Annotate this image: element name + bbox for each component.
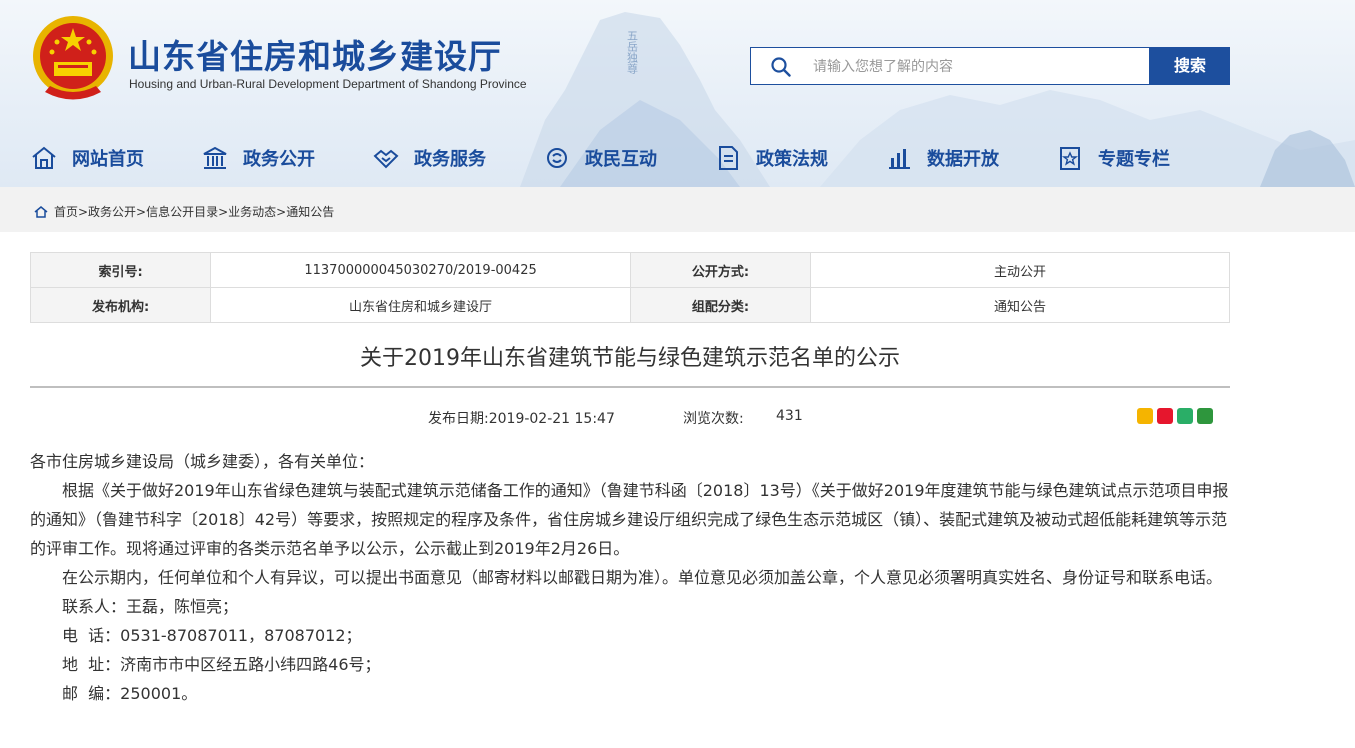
- article-title: 关于2019年山东省建筑节能与绿色建筑示范名单的公示: [360, 346, 900, 371]
- metadata-table: 索引号: 113700000045030270/2019-00425 公开方式:…: [29, 252, 1230, 323]
- nav-label: 政务公开: [243, 149, 315, 170]
- interaction-icon: [547, 148, 567, 168]
- weibo-icon[interactable]: [1157, 408, 1173, 424]
- nav-item-government-affairs[interactable]: 政务公开: [201, 140, 315, 176]
- site-title: 山东省住房和城乡建设厅: [128, 37, 502, 76]
- search-input[interactable]: [811, 48, 1145, 86]
- category-label: 组配分类:: [629, 287, 812, 323]
- index-value: 113700000045030270/2019-00425: [210, 252, 631, 288]
- nav-item-special-topics[interactable]: 专题专栏: [1056, 140, 1170, 176]
- article-body: 各市住房城乡建设局（城乡建委），各有关单位： 根据《关于做好2019年山东省绿色…: [30, 447, 1230, 708]
- home-icon: [32, 146, 56, 169]
- site-subtitle: Housing and Urban-Rural Development Depa…: [129, 77, 527, 91]
- issuer-label: 发布机构:: [29, 287, 212, 323]
- table-row: 索引号: 113700000045030270/2019-00425 公开方式:…: [29, 252, 1230, 288]
- breadcrumb[interactable]: 首页>政务公开>信息公开目录>业务动态>通知公告: [34, 203, 334, 220]
- title-divider: [30, 386, 1230, 388]
- publish-date: 发布日期:2019-02-21 15:47: [428, 411, 615, 427]
- public-method-label: 公开方式:: [629, 252, 812, 288]
- search-button[interactable]: 搜索: [1150, 47, 1230, 85]
- salutation: 各市住房城乡建设局（城乡建委），各有关单位：: [30, 452, 375, 471]
- nav-item-home[interactable]: 网站首页: [30, 140, 144, 176]
- views-label: 浏览次数:: [683, 411, 744, 427]
- search-box: [750, 47, 1150, 86]
- nav-label: 数据开放: [927, 149, 999, 170]
- wechat-icon[interactable]: [1177, 408, 1193, 424]
- nav-label: 政务服务: [414, 149, 486, 170]
- article-info-row: 发布日期:2019-02-21 15:47 浏览次数: 431: [0, 408, 1355, 428]
- nav-label: 政策法规: [756, 149, 828, 170]
- national-emblem-logo: [33, 16, 113, 100]
- breadcrumb-text[interactable]: 首页>政务公开>信息公开目录>业务动态>通知公告: [54, 203, 334, 220]
- table-row: 发布机构: 山东省住房和城乡建设厅 组配分类: 通知公告: [29, 287, 1230, 323]
- share-icons: [1137, 408, 1213, 424]
- nav-label: 网站首页: [72, 149, 144, 170]
- index-label: 索引号:: [29, 252, 212, 288]
- government-building-icon: [203, 146, 227, 169]
- douban-icon[interactable]: [1197, 408, 1213, 424]
- site-header: 五岳独尊 山东省住房和城乡建设厅 Housing and Urban-Rural…: [0, 0, 1355, 187]
- nav-item-interaction[interactable]: 政民互动: [543, 140, 657, 176]
- breadcrumb-bar: 首页>政务公开>信息公开目录>业务动态>通知公告: [0, 187, 1355, 232]
- handshake-icon: [373, 149, 399, 169]
- contact-postcode: 邮 编：250001。: [62, 684, 198, 703]
- qzone-icon[interactable]: [1137, 408, 1153, 424]
- star-document-icon: [1060, 147, 1080, 170]
- views-count: 431: [776, 408, 803, 424]
- body-paragraph: 在公示期内，任何单位和个人有异议，可以提出书面意见（邮寄材料以邮戳日期为准）。单…: [62, 568, 1223, 587]
- public-method-value: 主动公开: [810, 252, 1230, 288]
- nav-item-policies[interactable]: 政策法规: [714, 140, 828, 176]
- nav-label: 政民互动: [585, 149, 657, 170]
- nav-item-open-data[interactable]: 数据开放: [885, 140, 999, 176]
- search-icon[interactable]: [771, 57, 791, 77]
- issuer-value: 山东省住房和城乡建设厅: [210, 287, 631, 323]
- bar-chart-icon: [889, 149, 910, 169]
- nav-item-government-services[interactable]: 政务服务: [372, 140, 486, 176]
- category-value: 通知公告: [810, 287, 1230, 323]
- contact-phone: 电 话：0531-87087011，87087012；: [62, 626, 362, 645]
- contact-person: 联系人：王磊，陈恒亮；: [62, 597, 239, 616]
- home-icon: [34, 205, 48, 218]
- svg-text:五岳独尊: 五岳独尊: [626, 30, 639, 75]
- contact-address: 地 址：济南市市中区经五路小纬四路46号；: [62, 655, 381, 674]
- nav-label: 专题专栏: [1098, 149, 1170, 170]
- body-paragraph: 根据《关于做好2019年山东省绿色建筑与装配式建筑示范储备工作的通知》（鲁建节科…: [30, 481, 1229, 558]
- document-icon: [719, 146, 738, 170]
